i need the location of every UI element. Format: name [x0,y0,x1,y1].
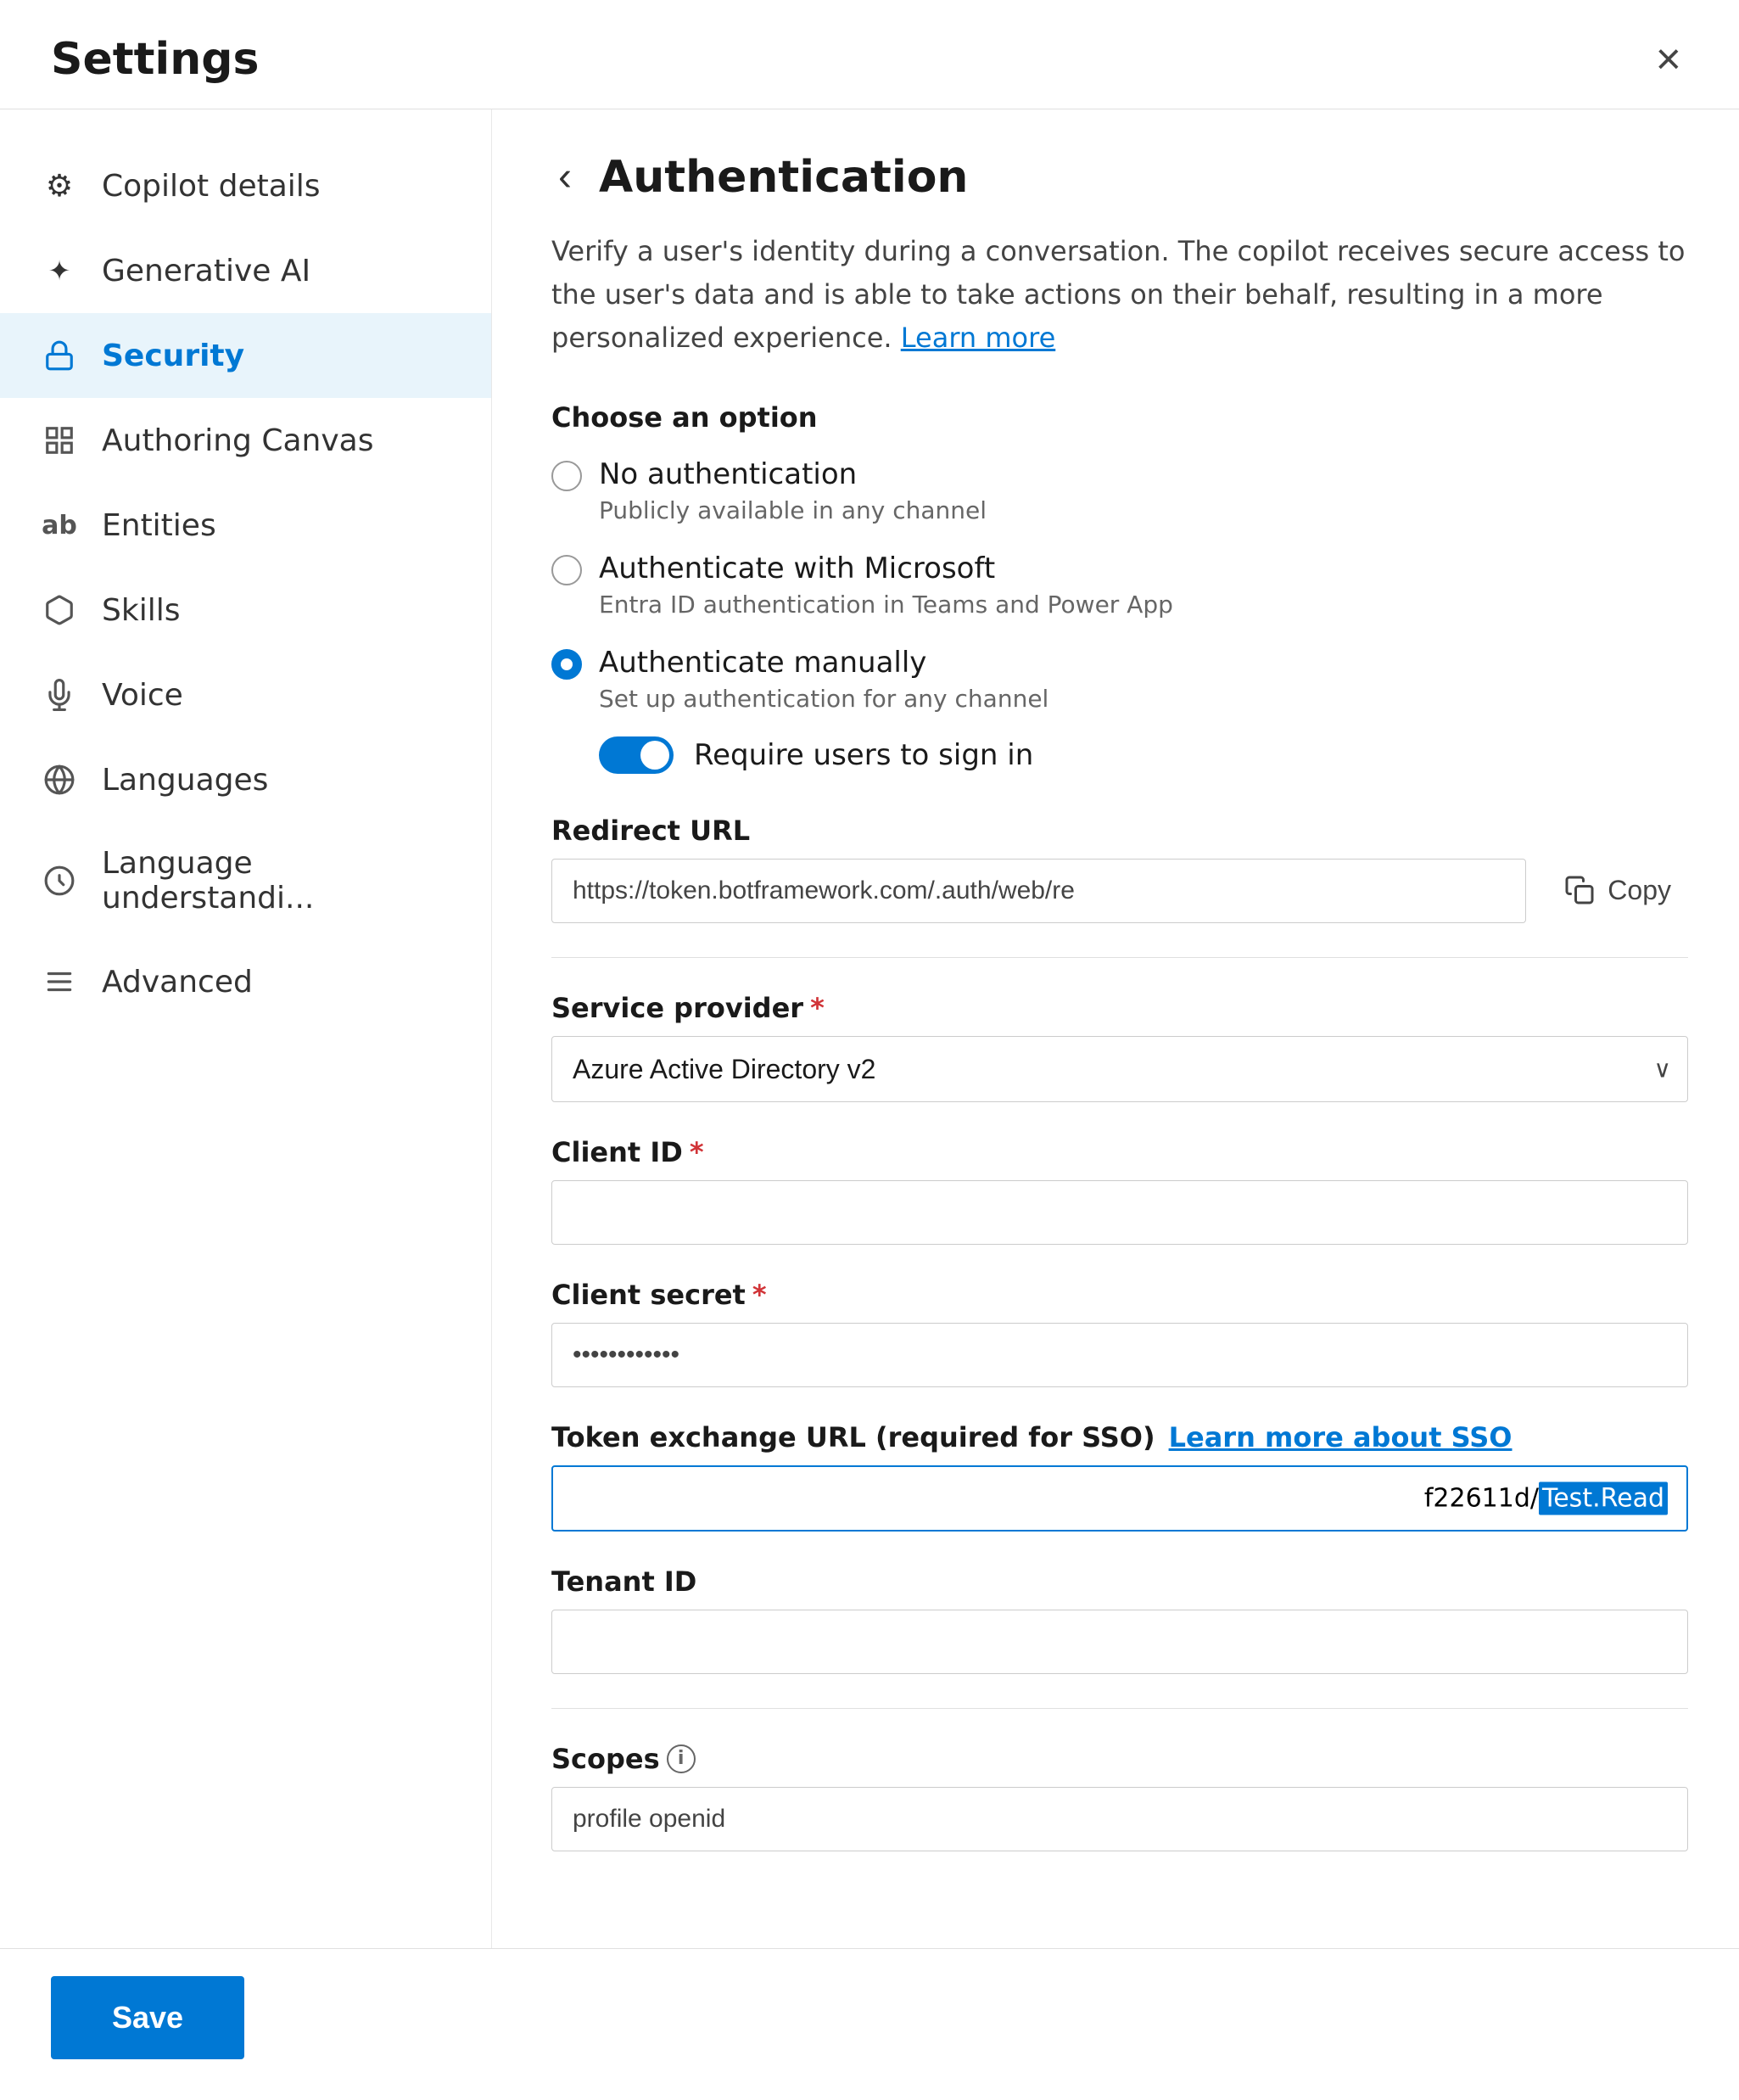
service-provider-select-wrapper: Azure Active Directory v2Generic OAuth2O… [551,1036,1688,1102]
grid-icon [41,422,78,459]
entities-icon: ab [41,507,78,544]
back-button[interactable]: ‹ [551,157,579,198]
divider-2 [551,1708,1688,1709]
scopes-input[interactable] [551,1787,1688,1851]
redirect-url-section: Redirect URL Copy [551,815,1688,923]
sidebar-item-authoring-canvas[interactable]: Authoring Canvas [0,398,491,483]
tenant-id-section: Tenant ID [551,1565,1688,1674]
sidebar-item-voice[interactable]: Voice [0,652,491,737]
sidebar-item-label: Advanced [102,965,253,1000]
close-button[interactable]: × [1649,31,1688,88]
client-secret-label: Client secret * [551,1279,1688,1311]
token-exchange-url-section: Token exchange URL (required for SSO) Le… [551,1421,1688,1532]
page-title: Authentication [599,152,968,203]
radio-no-auth-title: No authentication [599,457,987,491]
radio-microsoft-auth-input[interactable] [551,555,582,585]
radio-manual-auth-desc: Set up authentication for any channel [599,685,1048,713]
sidebar-item-label: Generative AI [102,254,310,288]
info-icon[interactable]: i [667,1744,696,1773]
radio-no-auth-desc: Publicly available in any channel [599,496,987,524]
tenant-id-label: Tenant ID [551,1565,1688,1598]
scopes-label: Scopes i [551,1743,1688,1775]
dialog-title: Settings [51,34,259,85]
sidebar-item-label: Authoring Canvas [102,423,373,458]
language-understanding-icon [41,862,78,899]
save-button[interactable]: Save [51,1976,244,2059]
advanced-icon [41,963,78,1000]
lock-icon [41,337,78,374]
sidebar-item-language-understanding[interactable]: Language understandi... [0,822,491,939]
required-star: * [690,1136,704,1168]
client-secret-section: Client secret * [551,1279,1688,1387]
skills-icon [41,591,78,629]
service-provider-label: Service provider * [551,992,1688,1024]
voice-icon [41,676,78,714]
sidebar-item-generative-ai[interactable]: ✦ Generative AI [0,228,491,313]
sidebar-item-copilot-details[interactable]: ⚙ Copilot details [0,143,491,228]
sidebar-item-entities[interactable]: ab Entities [0,483,491,568]
sparkle-icon: ✦ [41,252,78,289]
description: Verify a user's identity during a conver… [551,230,1688,361]
token-highlighted: Test.Read [1539,1481,1668,1515]
radio-no-auth[interactable]: No authentication Publicly available in … [551,457,1688,524]
radio-microsoft-auth-title: Authenticate with Microsoft [599,552,1173,585]
client-id-label: Client ID * [551,1136,1688,1168]
sidebar-item-label: Entities [102,508,216,543]
sidebar-item-languages[interactable]: Languages [0,737,491,822]
sidebar-item-security[interactable]: Security [0,313,491,398]
page-header: ‹ Authentication [551,152,1688,203]
sso-learn-more-link[interactable]: Learn more about SSO [1169,1421,1513,1453]
redirect-url-row: Copy [551,859,1688,923]
toggle-knob [640,741,669,770]
service-provider-select[interactable]: Azure Active Directory v2Generic OAuth2O… [551,1036,1688,1102]
sidebar-item-advanced[interactable]: Advanced [0,939,491,1024]
dialog-header: Settings × [0,0,1739,109]
sidebar-item-label: Copilot details [102,169,321,204]
dialog-body: ⚙ Copilot details ✦ Generative AI Securi… [0,109,1739,1948]
sidebar-item-label: Language understandi... [102,846,450,916]
radio-manual-auth-title: Authenticate manually [599,646,1048,680]
sidebar-item-label: Languages [102,763,268,798]
sidebar-item-label: Voice [102,678,183,713]
client-id-input[interactable] [551,1180,1688,1245]
divider [551,957,1688,958]
main-content: ‹ Authentication Verify a user's identit… [492,109,1739,1948]
copy-icon [1563,875,1596,907]
gear-icon: ⚙ [41,167,78,204]
required-star: * [752,1279,767,1311]
sidebar-item-label: Security [102,339,244,373]
radio-microsoft-auth[interactable]: Authenticate with Microsoft Entra ID aut… [551,552,1688,619]
token-exchange-url-label: Token exchange URL (required for SSO) Le… [551,1421,1688,1453]
copy-label: Copy [1608,875,1671,906]
tenant-id-input[interactable] [551,1610,1688,1674]
required-star: * [810,992,825,1024]
redirect-url-label: Redirect URL [551,815,1688,847]
require-sign-in-toggle[interactable] [599,736,674,774]
sidebar-item-label: Skills [102,593,180,628]
sidebar-item-skills[interactable]: Skills [0,568,491,652]
sidebar: ⚙ Copilot details ✦ Generative AI Securi… [0,109,492,1948]
radio-group: No authentication Publicly available in … [551,457,1688,774]
scopes-section: Scopes i [551,1743,1688,1851]
copy-button[interactable]: Copy [1546,861,1688,921]
token-value: f22611d/Test.Read [1424,1483,1668,1513]
client-secret-input[interactable] [551,1323,1688,1387]
languages-icon [41,761,78,798]
radio-manual-auth-container: Authenticate manually Set up authenticat… [551,646,1688,774]
redirect-url-input[interactable] [551,859,1526,923]
service-provider-section: Service provider * Azure Active Director… [551,992,1688,1102]
radio-manual-auth[interactable]: Authenticate manually Set up authenticat… [551,646,1688,713]
dialog-footer: Save [0,1948,1739,2100]
radio-no-auth-input[interactable] [551,461,582,491]
radio-microsoft-auth-desc: Entra ID authentication in Teams and Pow… [599,591,1173,619]
toggle-row: Require users to sign in [599,736,1688,774]
toggle-label: Require users to sign in [694,738,1033,772]
learn-more-link[interactable]: Learn more [901,322,1056,354]
client-id-section: Client ID * [551,1136,1688,1245]
settings-dialog: Settings × ⚙ Copilot details ✦ Generativ… [0,0,1739,2100]
token-input-container: f22611d/Test.Read [551,1465,1688,1532]
radio-manual-auth-input[interactable] [551,649,582,680]
choose-option-label: Choose an option [551,401,1688,434]
